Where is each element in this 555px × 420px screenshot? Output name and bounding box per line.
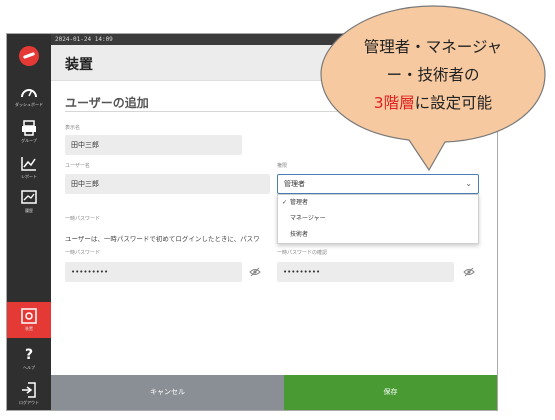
page-title: 装置 <box>65 57 93 73</box>
callout-line: ー・技術者の <box>386 66 480 84</box>
temp-password-section-label: 一時パスワード <box>65 216 101 222</box>
sidebar-item-history[interactable]: 履歴 <box>7 184 51 220</box>
gauge-icon <box>21 89 37 98</box>
role-option-technician[interactable]: 技術者 <box>278 227 478 243</box>
role-option-label: マネージャー <box>290 215 326 222</box>
callout-line-rest: に設定可能 <box>414 94 493 112</box>
form-subtitle: ユーザーの追加 <box>65 96 149 110</box>
logout-icon <box>22 382 36 398</box>
sidebar-item-device[interactable]: 装置 <box>7 302 51 338</box>
sidebar-item-help[interactable]: ? ヘルプ <box>7 342 51 378</box>
callout-text: 管理者・マネージャ ー・技術者の 3階層に設定可能 <box>352 33 514 117</box>
callout-line: 管理者・マネージャ <box>363 38 503 56</box>
temp-password-hint: ユーザーは、一時パスワードで初めてログインしたときに、パスワ <box>65 235 260 243</box>
device-icon <box>21 308 37 324</box>
screenshot-stage: ダッシュボード グループ レポート 履歴 装置 ? ヘルプ ログアウト 2024… <box>0 0 555 420</box>
sidebar-item-label: ヘルプ <box>23 365 35 370</box>
eye-slash-icon[interactable] <box>249 266 261 278</box>
sidebar-item-report[interactable]: レポート <box>7 150 51 186</box>
display-name-label: 表示名 <box>65 125 81 131</box>
role-option-manager[interactable]: マネージャー <box>278 211 478 227</box>
temp-password-confirm-label: 一時パスワードの確認 <box>277 250 328 256</box>
sidebar-item-logout[interactable]: ログアウト <box>7 376 51 410</box>
app-logo <box>19 46 39 66</box>
username-field[interactable]: 田中三郎 <box>65 174 270 194</box>
save-button[interactable]: 保存 <box>284 375 497 410</box>
chevron-down-icon: ⌄ <box>465 179 472 188</box>
sidebar-item-group[interactable]: グループ <box>7 114 51 150</box>
role-select-value: 管理者 <box>284 180 305 188</box>
sidebar-item-label: 装置 <box>25 326 33 331</box>
sidebar: ダッシュボード グループ レポート 履歴 装置 ? ヘルプ ログアウト <box>7 34 51 410</box>
sidebar-item-label: ログアウト <box>19 400 39 405</box>
check-icon: ✓ <box>282 199 288 206</box>
username-label: ユーザー名 <box>65 163 90 169</box>
eye-slash-icon[interactable] <box>463 266 475 278</box>
sidebar-item-dashboard[interactable]: ダッシュボード <box>7 78 51 114</box>
history-icon <box>21 190 37 204</box>
display-name-field[interactable]: 田中三郎 <box>65 135 242 155</box>
printer-icon <box>22 120 36 136</box>
cancel-button[interactable]: キャンセル <box>51 375 284 410</box>
role-option-label: 管理者 <box>290 199 309 206</box>
role-option-admin[interactable]: ✓ 管理者 <box>278 195 478 211</box>
role-label: 権限 <box>277 163 288 169</box>
role-dropdown: ✓ 管理者 マネージャー 技術者 <box>277 194 479 244</box>
sidebar-item-label: ダッシュボード <box>15 102 43 107</box>
help-icon: ? <box>24 347 34 363</box>
callout-line: 3階層に設定可能 <box>352 89 514 117</box>
chart-icon <box>21 157 36 171</box>
temp-password-field[interactable]: ••••••••• <box>65 262 242 282</box>
temp-password-confirm-field[interactable]: ••••••••• <box>277 262 454 282</box>
temp-password-label: 一時パスワード <box>65 250 101 256</box>
role-option-label: 技術者 <box>290 231 309 238</box>
sidebar-item-label: レポート <box>21 174 37 179</box>
sidebar-item-label: 履歴 <box>25 208 33 213</box>
role-select[interactable]: 管理者 ⌄ <box>277 174 479 194</box>
callout-highlight: 3階層 <box>373 94 415 112</box>
sidebar-item-label: グループ <box>21 138 37 143</box>
